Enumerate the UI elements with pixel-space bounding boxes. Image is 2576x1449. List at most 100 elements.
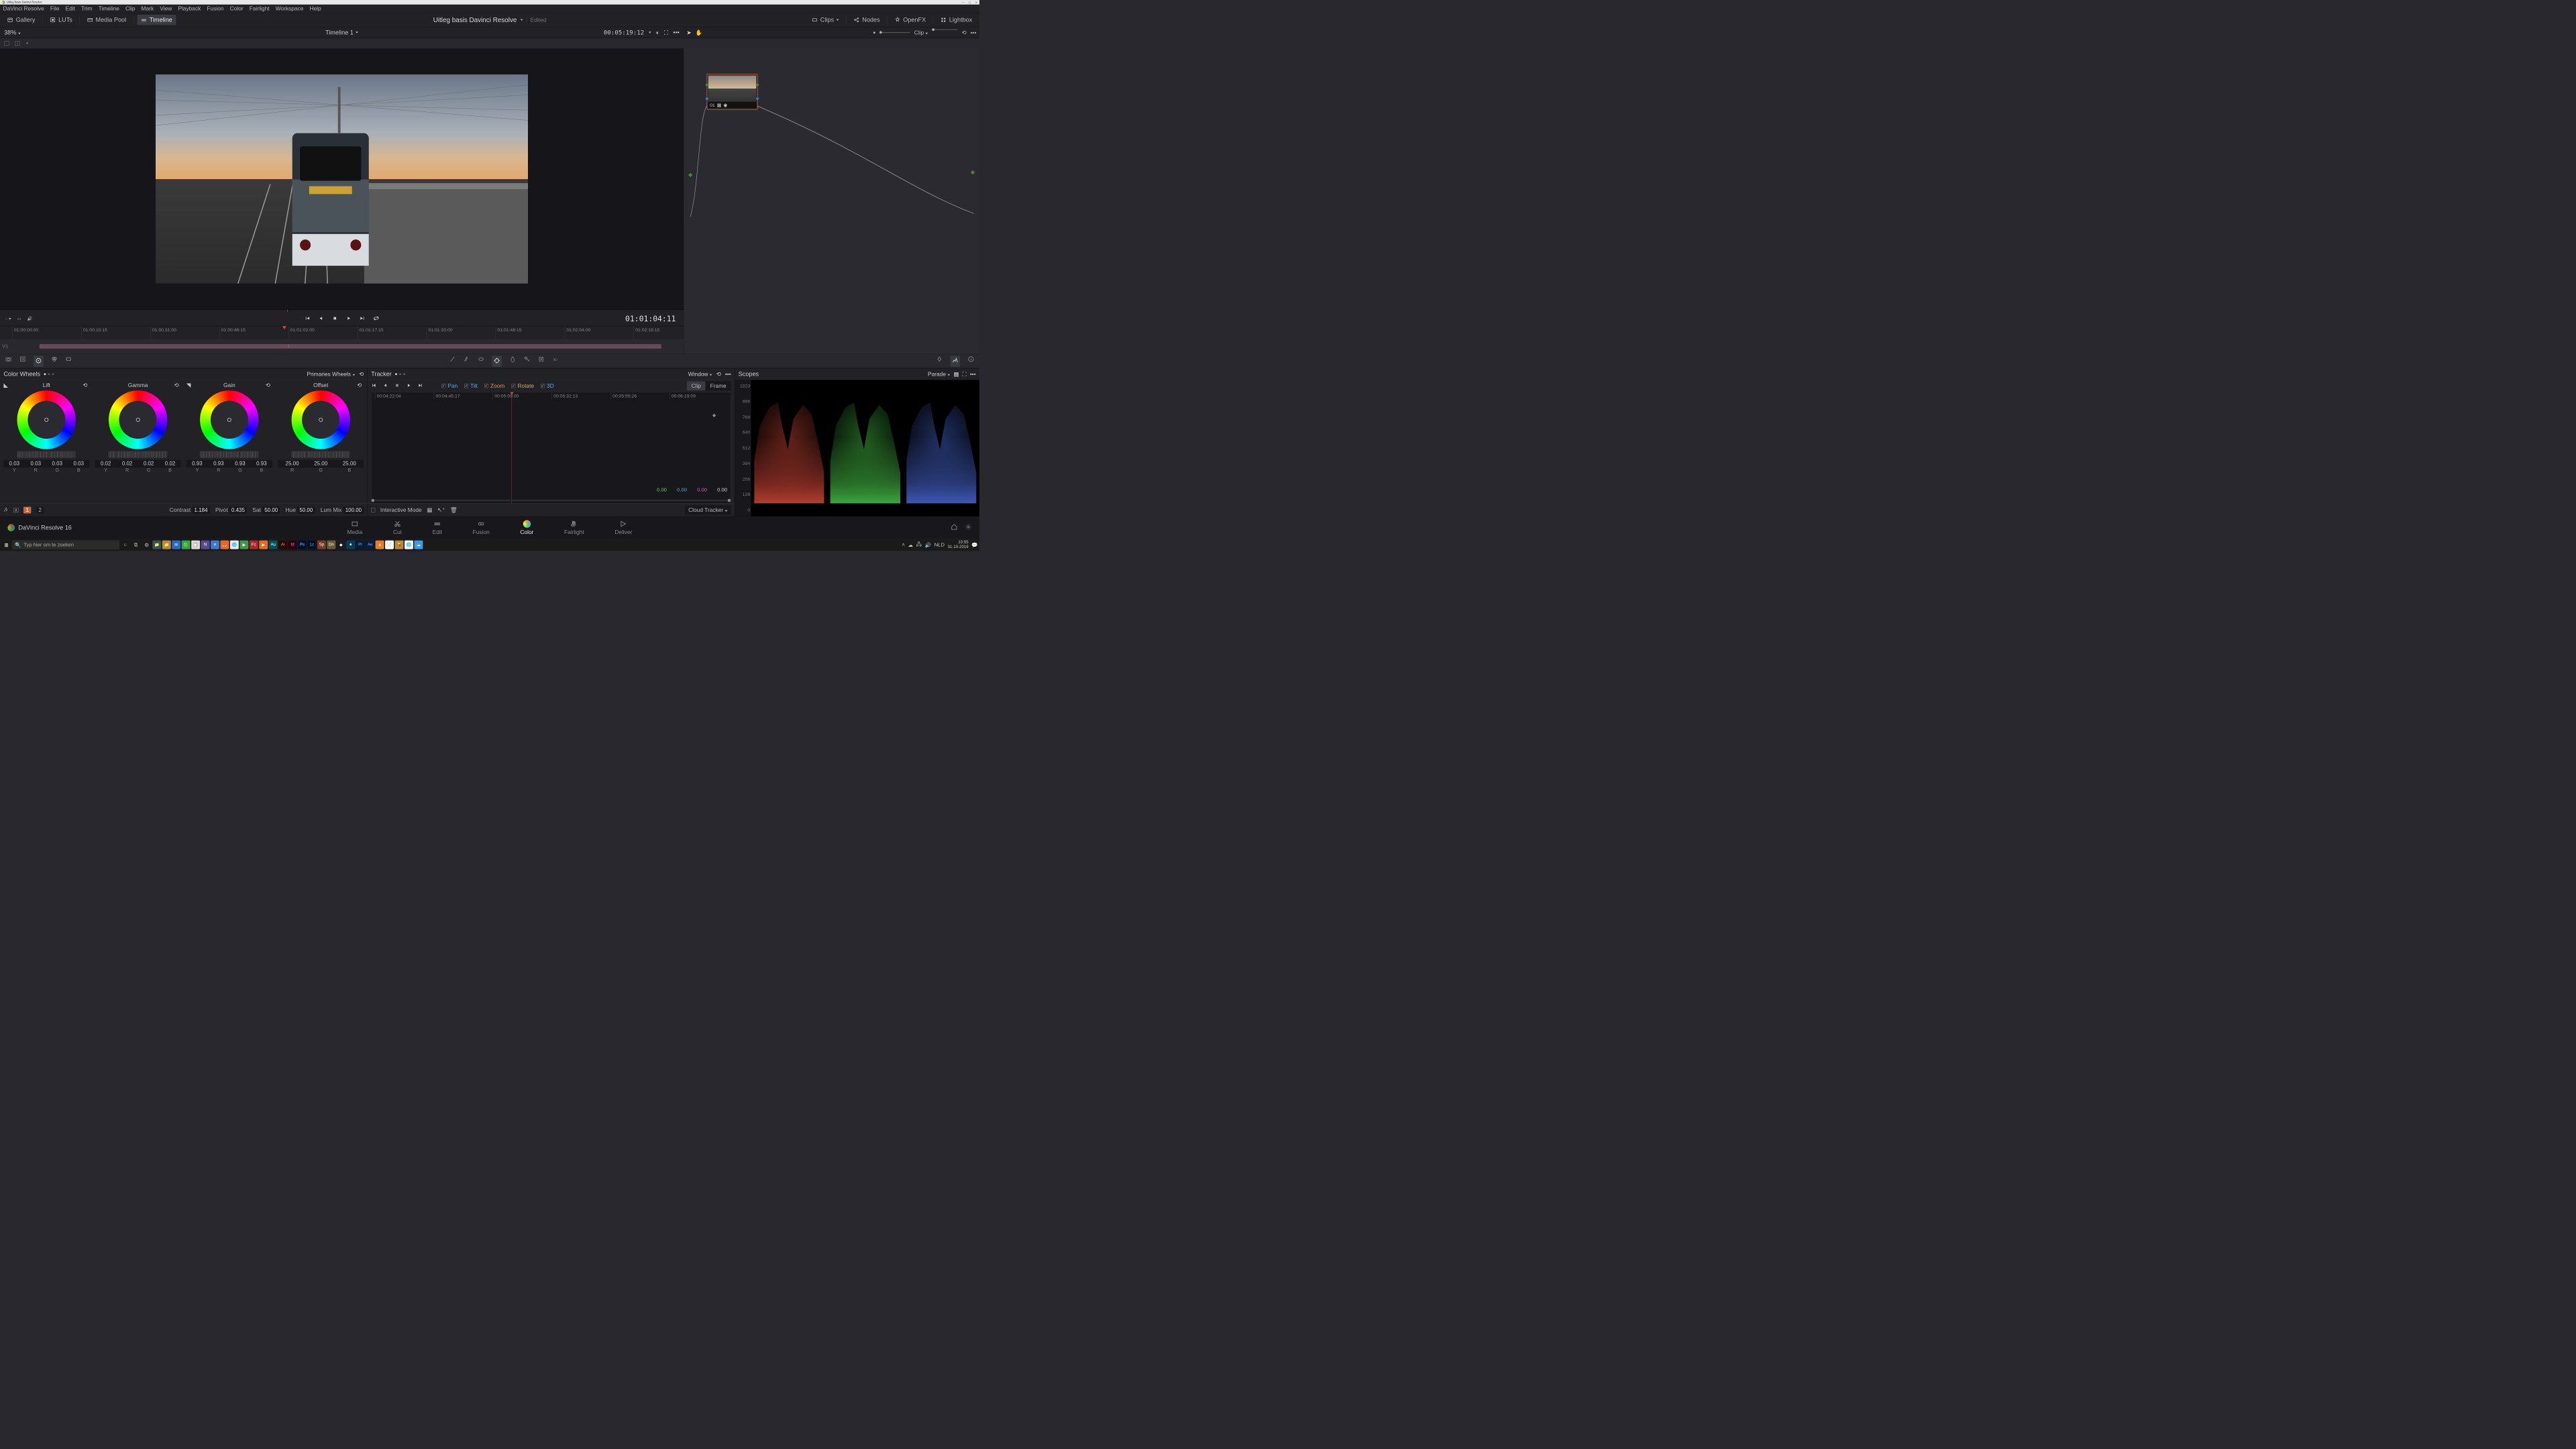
image-wipe-icon[interactable] <box>4 41 9 45</box>
track-tilt-toggle[interactable]: Tilt <box>464 382 478 389</box>
keyframes-timeline-icon[interactable] <box>936 356 943 366</box>
page-media[interactable]: Media <box>347 520 363 535</box>
auto-balance-icon[interactable] <box>3 506 9 513</box>
scopes-layout-icon[interactable]: ▦ <box>953 371 959 378</box>
node-graph[interactable]: 01▦◉ <box>684 48 979 354</box>
taskbar-app[interactable]: 📋 <box>191 541 200 549</box>
cortana-icon[interactable]: ○ <box>120 540 129 549</box>
tray-notifications-icon[interactable]: 💬 <box>971 541 977 548</box>
stop-button[interactable] <box>332 315 338 323</box>
wheel-reset-icon[interactable]: ⟲ <box>83 382 87 388</box>
close-button[interactable]: ✕ <box>975 1 978 4</box>
sat-value[interactable]: 50.00 <box>262 506 280 514</box>
viewer-options-icon[interactable]: ••• <box>673 29 680 36</box>
pointer-tool-icon[interactable]: ➤ <box>686 30 691 36</box>
taskbar-app[interactable]: N <box>201 541 210 549</box>
wheels-reset-icon[interactable]: ⟲ <box>359 371 364 378</box>
taskbar-app[interactable]: Ps <box>298 541 307 549</box>
transport-timecode[interactable]: 01:01:04:11 <box>625 315 676 323</box>
settings-taskbar-icon[interactable]: ⚙ <box>142 540 151 549</box>
home-icon[interactable] <box>951 524 957 532</box>
wheel-reset-icon[interactable]: ⟲ <box>174 382 179 388</box>
menu-color[interactable]: Color <box>230 5 244 12</box>
tray-clock[interactable]: 10:5531-10-2019 <box>948 540 969 549</box>
gain-master-wheel[interactable] <box>200 451 258 458</box>
menu-mark[interactable]: Mark <box>142 5 154 12</box>
node-mode[interactable]: Clip <box>914 30 928 36</box>
qualifier-icon[interactable] <box>464 356 470 366</box>
task-view-icon[interactable]: ⧉ <box>131 540 140 549</box>
tray-network-icon[interactable]: 🖧 <box>916 541 922 549</box>
color-wheels-icon[interactable] <box>34 356 43 366</box>
taskbar-app[interactable]: 🟢 <box>182 541 191 549</box>
info-icon[interactable] <box>967 356 974 366</box>
wheel-reset-icon[interactable]: ⟲ <box>266 382 270 388</box>
track-stop-button[interactable] <box>394 382 400 389</box>
tracker-icon[interactable] <box>492 356 501 366</box>
offset-wheel[interactable] <box>291 390 350 449</box>
tracker-graph[interactable]: 0.000.000.000.00 00:04:22:0400:04:45:170… <box>371 392 731 503</box>
start-button[interactable]: ⊞ <box>1 540 11 549</box>
val[interactable]: 0.02 <box>95 460 117 468</box>
track-pan-toggle[interactable]: Pan <box>441 382 458 389</box>
window-icon[interactable] <box>478 356 484 366</box>
taskbar-app[interactable]: 🌐 <box>405 541 413 549</box>
node-reset-icon[interactable]: ⟲ <box>962 30 967 36</box>
viewer[interactable] <box>0 48 684 309</box>
cloud-tracker-dropdown[interactable]: Cloud Tracker <box>685 505 731 515</box>
menu-fairlight[interactable]: Fairlight <box>250 5 270 12</box>
hue-value[interactable]: 50.00 <box>297 506 315 514</box>
taskbar-app[interactable]: Ae <box>366 541 374 549</box>
taskbar-app[interactable]: Fz <box>250 541 258 549</box>
taskbar-app[interactable]: 🌐 <box>230 541 239 549</box>
motion-effects-icon[interactable] <box>65 356 72 366</box>
node-01[interactable]: 01▦◉ <box>707 74 758 109</box>
minimize-button[interactable]: — <box>961 1 965 4</box>
clips-button[interactable]: Clips <box>808 15 843 25</box>
blur-icon[interactable] <box>509 356 516 366</box>
taskbar-app[interactable]: ◆ <box>337 541 345 549</box>
val[interactable]: 0.93 <box>186 460 208 468</box>
taskbar-app[interactable]: Id <box>288 541 297 549</box>
page-fairlight[interactable]: Fairlight <box>564 520 584 535</box>
3d-icon[interactable]: 3D <box>552 356 559 366</box>
taskbar-app[interactable]: ▲ <box>376 541 384 549</box>
nodes-button[interactable]: Nodes <box>850 15 883 25</box>
unmix-icon[interactable]: ▭ <box>17 316 21 321</box>
track-reverse-button[interactable] <box>383 382 388 389</box>
taskbar-search[interactable]: 🔍Typ hier om te zoeken <box>12 540 119 549</box>
pan-tool-icon[interactable]: ✋ <box>696 30 702 36</box>
track-rotate-toggle[interactable]: Rotate <box>511 382 534 389</box>
tray-volume-icon[interactable]: 🔊 <box>925 541 931 548</box>
taskbar-app[interactable]: Sp <box>317 541 326 549</box>
taskbar-app[interactable]: 📁 <box>162 541 171 549</box>
camera-raw-icon[interactable] <box>5 356 12 366</box>
taskbar-app[interactable]: 📁 <box>152 541 161 549</box>
project-title[interactable]: Uitleg basis Davinci Resolve Edited <box>433 16 547 24</box>
taskbar-app[interactable]: e <box>211 541 219 549</box>
gain-wheel[interactable] <box>200 390 258 449</box>
taskbar-app[interactable]: Lr <box>308 541 317 549</box>
taskbar-app[interactable]: ✉ <box>172 541 180 549</box>
page-deliver[interactable]: Deliver <box>614 520 632 535</box>
tracker-reset-icon[interactable]: ⟲ <box>716 371 721 378</box>
taskbar-app[interactable]: 📄 <box>385 541 394 549</box>
offset-master-wheel[interactable] <box>291 451 350 458</box>
taskbar-app[interactable]: Ai <box>278 541 287 549</box>
expand-viewer-icon[interactable]: ⛶ <box>664 29 668 36</box>
white-point-picker[interactable]: ◥ <box>186 382 191 388</box>
page-edit[interactable]: Edit <box>433 520 442 535</box>
gamma-master-wheel[interactable] <box>109 451 167 458</box>
menu-timeline[interactable]: Timeline <box>99 5 119 12</box>
taskbar-app[interactable]: Dn <box>327 541 335 549</box>
taskbar-app[interactable]: 📦 <box>395 541 404 549</box>
mute-icon[interactable]: 🔊 <box>28 316 33 321</box>
luts-button[interactable]: LUTs <box>46 15 76 25</box>
track-zoom-toggle[interactable]: Zoom <box>484 382 505 389</box>
curves-icon[interactable] <box>449 356 456 366</box>
tracker-mode[interactable]: Window <box>688 371 712 378</box>
timeline-button[interactable]: Timeline <box>137 15 176 25</box>
tray-lang-icon[interactable]: NLD <box>934 542 945 548</box>
interactive-mode-checkbox[interactable] <box>371 508 375 512</box>
tracker-zoom-slider[interactable] <box>372 500 731 501</box>
